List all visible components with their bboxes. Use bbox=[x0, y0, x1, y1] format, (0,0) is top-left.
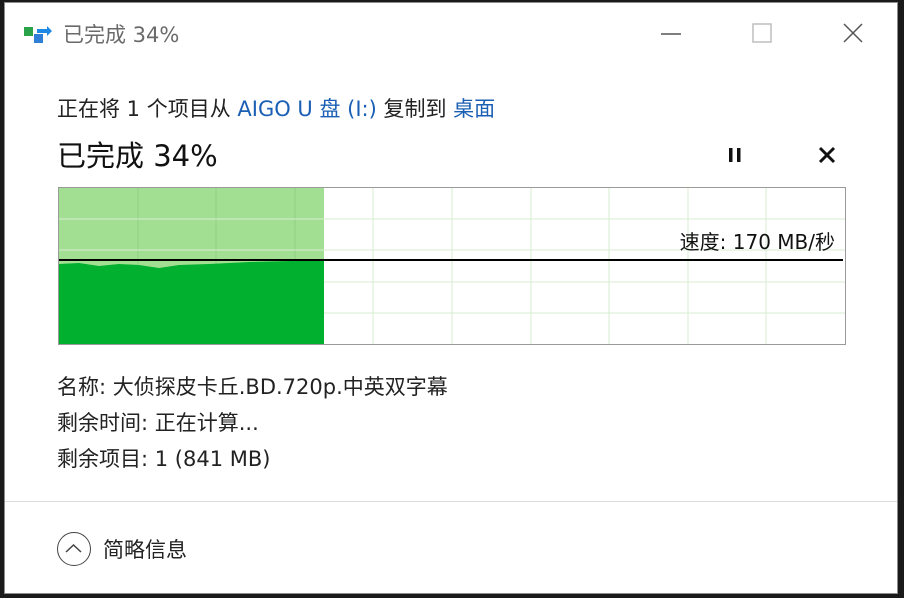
items-remaining: 剩余项目: 1 (841 MB) bbox=[57, 447, 271, 471]
time-remaining: 剩余时间: 正在计算... bbox=[57, 411, 259, 435]
maximize-button[interactable] bbox=[748, 19, 776, 47]
pause-icon bbox=[729, 148, 741, 162]
copy-description: 正在将 1 个项目从 AIGO U 盘 (I:) 复制到 桌面 bbox=[57, 93, 495, 123]
chevron-up-icon bbox=[57, 532, 91, 566]
speed-label: 速度: 170 MB/秒 bbox=[679, 230, 835, 254]
maximize-icon bbox=[752, 23, 772, 43]
file-copy-icon bbox=[24, 26, 52, 43]
copy-prefix-text: 正在将 1 个项目从 bbox=[57, 97, 238, 121]
cancel-icon bbox=[818, 146, 836, 164]
transfer-speed-graph: 速度: 170 MB/秒 bbox=[58, 187, 846, 345]
minimize-icon bbox=[661, 33, 681, 35]
close-window-button[interactable] bbox=[839, 19, 867, 47]
window-title: 已完成 34% bbox=[63, 23, 180, 47]
copy-dialog-window: 已完成 34% 正在将 1 个项目从 AIGO U 盘 (I:) 复制到 桌面 … bbox=[4, 2, 898, 594]
speed-fill-area bbox=[59, 261, 324, 344]
pause-button[interactable] bbox=[723, 143, 747, 167]
file-name: 名称: 大侦探皮卡丘.BD.720p.中英双字幕 bbox=[57, 375, 448, 399]
destination-link[interactable]: 桌面 bbox=[453, 97, 495, 121]
minimize-button[interactable] bbox=[657, 19, 685, 47]
fewer-details-toggle[interactable]: 简略信息 bbox=[57, 529, 187, 569]
title-bar[interactable]: 已完成 34% bbox=[5, 3, 897, 63]
cancel-button[interactable] bbox=[815, 143, 839, 167]
copy-middle-text: 复制到 bbox=[376, 97, 454, 121]
footer-divider bbox=[5, 501, 897, 502]
fewer-details-label: 简略信息 bbox=[103, 538, 187, 562]
close-icon bbox=[843, 23, 863, 43]
source-link[interactable]: AIGO U 盘 (I:) bbox=[237, 97, 376, 121]
speed-graph-canvas bbox=[59, 188, 845, 344]
details-panel: 名称: 大侦探皮卡丘.BD.720p.中英双字幕 剩余时间: 正在计算... 剩… bbox=[57, 369, 448, 477]
progress-heading: 已完成 34% bbox=[57, 139, 218, 173]
